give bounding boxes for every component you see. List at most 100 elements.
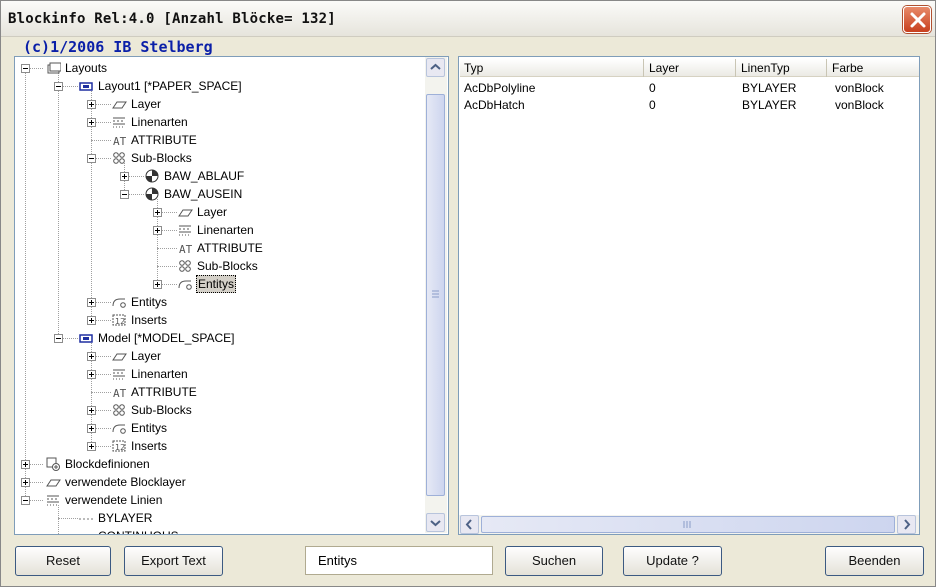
tree-item[interactable]: 12 Inserts xyxy=(15,437,427,455)
tree-item[interactable]: Sub-Blocks xyxy=(15,257,427,275)
expand-plus-icon[interactable] xyxy=(153,208,162,217)
column-header-farbe[interactable]: Farbe xyxy=(828,59,919,77)
tree-item-label: BAW_ABLAUF xyxy=(164,169,245,183)
column-header-layer[interactable]: Layer xyxy=(645,59,736,77)
expand-plus-icon[interactable] xyxy=(87,406,96,415)
chevron-up-icon xyxy=(430,63,441,70)
expand-plus-icon[interactable] xyxy=(21,460,30,469)
tree-item[interactable]: Entitys xyxy=(15,419,427,437)
expand-plus-icon[interactable] xyxy=(87,352,96,361)
tree-item[interactable]: Sub-Blocks xyxy=(15,149,427,167)
expand-plus-icon[interactable] xyxy=(120,172,129,181)
table-cell: vonBlock xyxy=(835,81,884,95)
collapse-minus-icon[interactable] xyxy=(21,64,30,73)
layout-icon xyxy=(79,334,93,343)
tree-item[interactable]: verwendete Blocklayer xyxy=(15,473,427,491)
tree-item[interactable]: AT ATTRIBUTE xyxy=(15,383,427,401)
expand-plus-icon[interactable] xyxy=(87,316,96,325)
tree-item[interactable]: Sub-Blocks xyxy=(15,401,427,419)
tree-item-label: Layout1 [*PAPER_SPACE] xyxy=(98,79,242,93)
tree-item[interactable]: Entitys xyxy=(15,275,427,293)
collapse-minus-icon[interactable] xyxy=(54,82,63,91)
expand-plus-icon[interactable] xyxy=(21,478,30,487)
tree-item[interactable]: Linenarten xyxy=(15,365,427,383)
tree-item[interactable]: Layer xyxy=(15,203,427,221)
line-sample-icon xyxy=(78,528,94,535)
tree-item-label: verwendete Linien xyxy=(65,493,163,507)
table-row[interactable]: AcDbPolyline 0 BYLAYER vonBlock xyxy=(459,80,919,97)
tree-item[interactable]: Model [*MODEL_SPACE] xyxy=(15,329,427,347)
tree-item-label: ATTRIBUTE xyxy=(131,133,197,147)
tree-item-label: Model [*MODEL_SPACE] xyxy=(98,331,235,345)
block-tree[interactable]: Layouts Layout1 [*PAPER_SPACE] Layer Linena… xyxy=(14,56,449,535)
grip-icon xyxy=(432,290,439,298)
table-row[interactable]: AcDbHatch 0 BYLAYER vonBlock xyxy=(459,97,919,114)
tree-item[interactable]: AT ATTRIBUTE xyxy=(15,239,427,257)
title-bar[interactable]: Blockinfo Rel:4.0 [Anzahl Blöcke= 132] xyxy=(1,1,935,37)
table-cell: AcDbHatch xyxy=(464,98,525,112)
tree-item[interactable]: Linenarten xyxy=(15,113,427,131)
table-cell: vonBlock xyxy=(835,98,884,112)
search-input[interactable]: Entitys xyxy=(305,546,493,575)
entity-icon xyxy=(178,280,192,290)
tree-item[interactable]: AT ATTRIBUTE xyxy=(15,131,427,149)
scroll-down-button[interactable] xyxy=(426,513,445,532)
chevron-down-icon xyxy=(430,520,441,527)
close-icon xyxy=(910,12,926,28)
export-text-button[interactable]: Export Text xyxy=(124,546,223,576)
tree-item[interactable]: verwendete Linien xyxy=(15,491,427,509)
expand-plus-icon[interactable] xyxy=(87,118,96,127)
collapse-minus-icon[interactable] xyxy=(87,154,96,163)
expand-plus-icon[interactable] xyxy=(87,424,96,433)
tree-branch-line xyxy=(91,140,111,141)
tree-item[interactable]: Layout1 [*PAPER_SPACE] xyxy=(15,77,427,95)
linetype-icon xyxy=(113,117,125,128)
close-button[interactable] xyxy=(903,6,931,33)
tree-item-label: Linenarten xyxy=(197,223,254,237)
tree-item[interactable]: CONTINUOUS xyxy=(15,527,427,535)
tree-item-label: Linenarten xyxy=(131,367,188,381)
expand-plus-icon[interactable] xyxy=(87,100,96,109)
tree-item[interactable]: Blockdefinionen xyxy=(15,455,427,473)
tree-item[interactable]: Layer xyxy=(15,95,427,113)
expand-plus-icon[interactable] xyxy=(87,370,96,379)
scroll-up-button[interactable] xyxy=(426,58,445,77)
layer-icon xyxy=(112,101,127,109)
column-header-linentyp[interactable]: LinenTyp xyxy=(737,59,827,77)
expand-plus-icon[interactable] xyxy=(153,226,162,235)
tree-item[interactable]: BAW_ABLAUF xyxy=(15,167,427,185)
expand-plus-icon[interactable] xyxy=(87,442,96,451)
subblocks-icon xyxy=(113,404,125,416)
tree-item[interactable]: Layer xyxy=(15,347,427,365)
collapse-minus-icon[interactable] xyxy=(54,334,63,343)
tree-item-label: Inserts xyxy=(131,313,168,327)
collapse-minus-icon[interactable] xyxy=(21,496,30,505)
tree-branch-line xyxy=(58,518,78,519)
svg-text:AT: AT xyxy=(113,387,127,400)
entity-icon xyxy=(112,424,126,434)
tree-item[interactable]: BAW_AUSEIN xyxy=(15,185,427,203)
tree-scroll-thumb[interactable] xyxy=(426,94,445,496)
tree-item[interactable]: Linenarten xyxy=(15,221,427,239)
expand-plus-icon[interactable] xyxy=(87,298,96,307)
column-header-typ[interactable]: Typ xyxy=(460,59,644,77)
update-button[interactable]: Update ? xyxy=(623,546,722,576)
tree-item[interactable]: BYLAYER xyxy=(15,509,427,527)
tree-item-label: Sub-Blocks xyxy=(131,403,192,417)
reset-button[interactable]: Reset xyxy=(15,546,111,576)
tree-item[interactable]: Layouts xyxy=(15,59,427,77)
tree-item[interactable]: Entitys xyxy=(15,293,427,311)
quit-button[interactable]: Beenden xyxy=(825,546,924,576)
tree-vertical-scrollbar[interactable] xyxy=(425,57,447,533)
expand-plus-icon[interactable] xyxy=(153,280,162,289)
list-horizontal-scrollbar[interactable] xyxy=(459,515,919,534)
blockdef-icon xyxy=(46,457,60,471)
scroll-left-button[interactable] xyxy=(460,515,479,534)
entity-list[interactable]: Typ Layer LinenTyp Farbe AcDbPolyline 0 BY… xyxy=(458,56,920,535)
search-button[interactable]: Suchen xyxy=(505,546,603,576)
tree-item[interactable]: 12 Inserts xyxy=(15,311,427,329)
list-scroll-thumb[interactable] xyxy=(481,516,895,533)
scroll-right-button[interactable] xyxy=(897,515,916,534)
collapse-minus-icon[interactable] xyxy=(120,190,129,199)
tree-item-label: Sub-Blocks xyxy=(131,151,192,165)
